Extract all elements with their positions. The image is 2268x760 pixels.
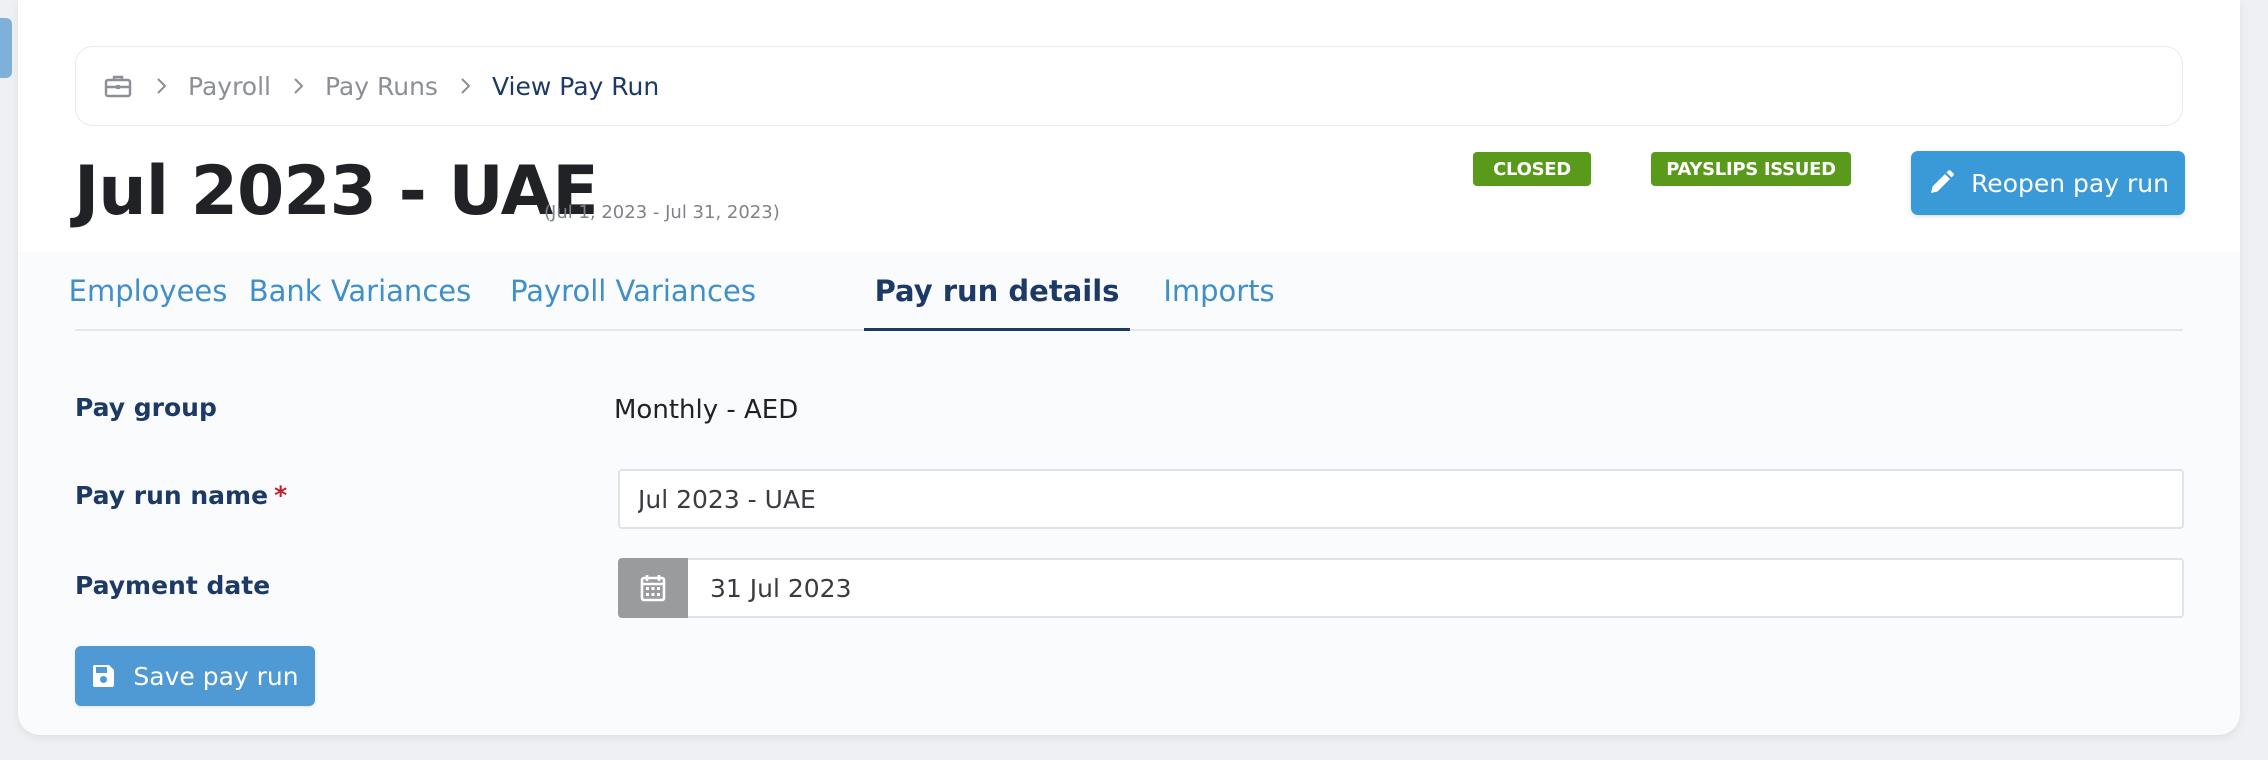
pay-run-name-label-text: Pay run name: [75, 481, 269, 510]
chevron-right-icon: [148, 77, 176, 95]
pay-group-label: Pay group: [75, 393, 217, 422]
pay-run-panel: Payroll Pay Runs View Pay Run Jul 2023 -…: [18, 0, 2240, 735]
save-pay-run-button[interactable]: Save pay run: [75, 646, 315, 706]
calendar-icon[interactable]: [618, 558, 688, 618]
reopen-pay-run-button[interactable]: Reopen pay run: [1911, 151, 2185, 215]
reopen-pay-run-label: Reopen pay run: [1971, 168, 2169, 198]
save-pay-run-label: Save pay run: [133, 661, 299, 691]
floppy-disk-icon: [91, 664, 115, 688]
status-badge-closed: CLOSED: [1473, 152, 1591, 186]
pay-group-value: Monthly - AED: [614, 395, 799, 425]
chevron-right-icon: [452, 77, 480, 95]
tab-bar: Employees Bank Variances Payroll Varianc…: [69, 253, 2183, 331]
chevron-right-icon: [285, 77, 313, 95]
breadcrumb: Payroll Pay Runs View Pay Run: [75, 46, 2183, 126]
pay-run-name-label: Pay run name *: [75, 481, 287, 510]
tab-pay-run-details[interactable]: Pay run details: [864, 253, 1130, 331]
tab-employees[interactable]: Employees: [69, 253, 228, 329]
briefcase-icon[interactable]: [104, 73, 134, 99]
page-title: Jul 2023 - UAE: [74, 152, 599, 231]
pay-run-name-input[interactable]: [618, 469, 2184, 529]
tab-payroll-variances[interactable]: Payroll Variances: [499, 253, 767, 329]
side-panel-tab[interactable]: [0, 18, 12, 78]
breadcrumb-item-pay-runs[interactable]: Pay Runs: [325, 72, 438, 101]
breadcrumb-item-payroll[interactable]: Payroll: [188, 72, 271, 101]
pay-period-range: (Jul 1, 2023 - Jul 31, 2023): [544, 202, 780, 223]
payment-date-label: Payment date: [75, 571, 271, 600]
breadcrumb-item-view-pay-run: View Pay Run: [491, 71, 660, 101]
tab-bank-variances[interactable]: Bank Variances: [238, 253, 482, 329]
tab-imports[interactable]: Imports: [1147, 253, 1291, 329]
status-badge-payslips-issued: PAYSLIPS ISSUED: [1651, 152, 1851, 186]
required-indicator: *: [274, 481, 288, 510]
pencil-icon: [1927, 169, 1955, 197]
payment-date-input[interactable]: [688, 558, 2184, 618]
payment-date-field: [618, 558, 2184, 618]
